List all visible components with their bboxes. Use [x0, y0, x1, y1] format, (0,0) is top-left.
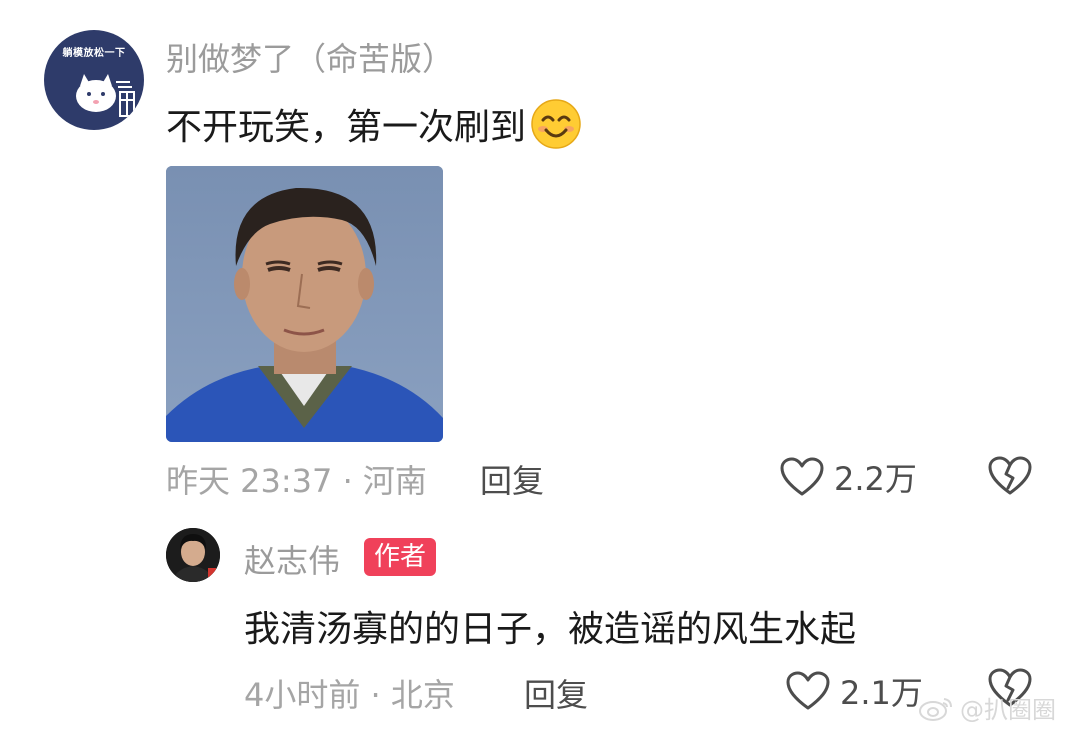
heart-icon	[786, 671, 830, 710]
reply-text: 我清汤寡的的日子，被造谣的风生水起	[244, 609, 857, 650]
comment-text: 不开玩笑，第一次刷到	[166, 98, 582, 150]
commenter-username[interactable]: 别做梦了（命苦版）	[166, 34, 454, 80]
reply-like-count: 2.1万	[840, 674, 923, 712]
cat-mascot-icon	[76, 74, 135, 117]
like-button[interactable]: 2.2万	[780, 454, 917, 500]
portrait-image	[166, 166, 443, 442]
smiling-face-icon	[531, 99, 581, 149]
like-count: 2.2万	[834, 460, 917, 498]
reply-to-reply-button[interactable]: 回复	[524, 670, 588, 716]
author-badge: 作者	[364, 538, 437, 576]
broken-heart-icon	[988, 456, 1032, 495]
watermark: @扒圈圈	[918, 690, 1056, 725]
comment-meta: 昨天 23:37 · 河南	[166, 462, 427, 500]
reply-meta: 4小时前 · 北京	[244, 676, 455, 714]
comment-photo[interactable]	[166, 166, 443, 442]
author-avatar-image	[166, 528, 220, 582]
author-avatar[interactable]	[166, 528, 220, 582]
watermark-text: @扒圈圈	[960, 696, 1056, 724]
comment-text-content: 不开玩笑，第一次刷到	[166, 107, 527, 148]
author-username[interactable]: 赵志伟	[244, 536, 340, 582]
dislike-button[interactable]	[988, 456, 1032, 500]
reply-like-button[interactable]: 2.1万	[786, 668, 923, 714]
heart-icon	[780, 457, 824, 496]
reply-button[interactable]: 回复	[480, 456, 544, 502]
commenter-avatar[interactable]: 躺模放松一下	[44, 30, 144, 130]
weibo-logo-icon	[919, 697, 952, 721]
